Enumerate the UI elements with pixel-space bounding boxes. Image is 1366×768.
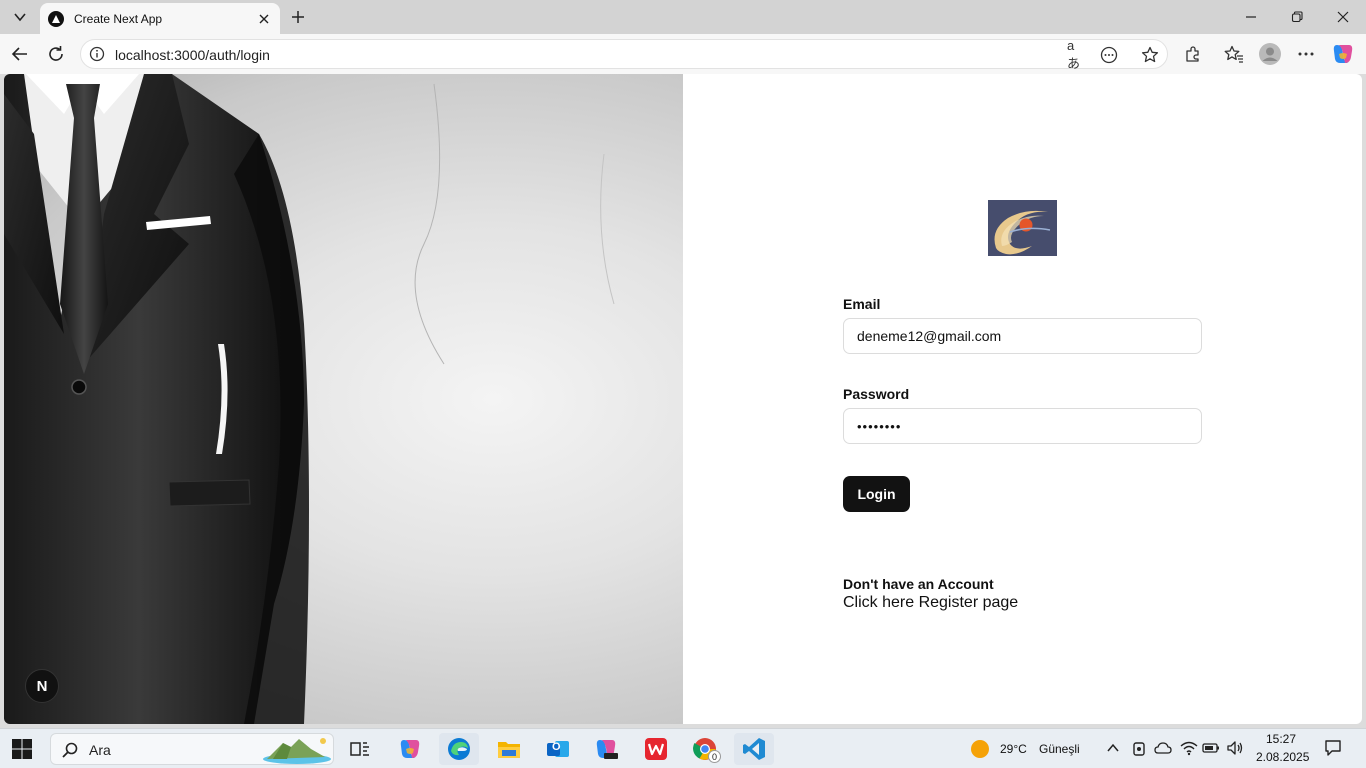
active-tab[interactable]: Create Next App	[40, 3, 280, 34]
search-icon	[62, 742, 78, 758]
minimize-button[interactable]	[1228, 0, 1274, 34]
email-input[interactable]: deneme12@gmail.com	[843, 318, 1202, 354]
tab-close-button[interactable]	[254, 9, 274, 29]
taskbar-copilot-app[interactable]	[587, 733, 627, 765]
weather-desc[interactable]: Güneşli	[1039, 742, 1080, 756]
favorite-star-icon[interactable]	[1140, 45, 1160, 65]
refresh-icon	[49, 46, 63, 61]
login-button[interactable]: Login	[843, 476, 910, 512]
battery-icon[interactable]	[1202, 741, 1220, 760]
task-view-button[interactable]	[340, 733, 380, 765]
close-icon	[1337, 11, 1349, 23]
taskbar-edge[interactable]	[439, 733, 479, 765]
cloud-sync-icon[interactable]	[1154, 740, 1172, 761]
chevron-up-icon[interactable]	[1106, 741, 1120, 760]
copilot-icon	[596, 740, 618, 759]
taskbar-vscode[interactable]	[734, 733, 774, 765]
sun-icon[interactable]	[970, 739, 990, 764]
windows-taskbar: Ara O 0 29°C Güneşli 15:27 2.08.2025	[0, 728, 1366, 768]
tab-title: Create Next App	[74, 11, 163, 26]
taskbar-wps[interactable]	[636, 733, 676, 765]
edge-icon	[448, 738, 470, 760]
login-form: Email deneme12@gmail.com Password ••••••…	[843, 74, 1203, 724]
email-value: deneme12@gmail.com	[857, 328, 1002, 344]
translate-icon[interactable]: aあ	[1067, 38, 1087, 71]
email-label: Email	[843, 296, 881, 312]
info-icon[interactable]	[89, 46, 105, 62]
back-icon	[11, 47, 27, 61]
search-label: Ara	[89, 742, 111, 758]
browser-tab-strip: Create Next App	[0, 0, 1366, 34]
page-viewport: N Email deneme12@gmail.com Password ••••…	[4, 74, 1362, 724]
search-highlight-image	[263, 738, 331, 764]
restore-button[interactable]	[1274, 0, 1320, 34]
nextjs-dev-badge[interactable]: N	[25, 669, 59, 703]
notification-icon[interactable]	[1324, 739, 1342, 762]
password-value: ••••••••	[857, 418, 902, 434]
back-button[interactable]	[6, 40, 34, 68]
volume-icon[interactable]	[1226, 740, 1244, 761]
no-account-text: Don't have an Account	[843, 576, 994, 592]
close-icon	[259, 14, 269, 23]
close-window-button[interactable]	[1320, 0, 1366, 34]
browser-toolbar: localhost:3000/auth/login aあ	[0, 34, 1366, 74]
more-icon[interactable]	[1294, 42, 1318, 66]
address-bar[interactable]: localhost:3000/auth/login aあ	[80, 38, 1168, 71]
copilot-icon[interactable]	[1331, 42, 1355, 66]
register-link[interactable]: Click here Register page	[843, 594, 1018, 612]
hero-suit-image: N	[4, 74, 683, 724]
taskbar-copilot[interactable]	[390, 733, 430, 765]
task-view-icon	[350, 742, 369, 756]
password-input[interactable]: ••••••••	[843, 408, 1202, 444]
file-explorer-icon	[498, 742, 520, 758]
wifi-icon[interactable]	[1180, 740, 1198, 761]
outlook-letter: O	[552, 741, 561, 753]
password-label: Password	[843, 386, 910, 402]
clock-date[interactable]: 2.08.2025	[1256, 750, 1309, 764]
next-favicon	[48, 10, 64, 27]
taskbar-file-explorer[interactable]	[489, 733, 529, 765]
extensions-icon[interactable]	[1181, 42, 1205, 66]
clock-time[interactable]: 15:27	[1266, 732, 1296, 746]
start-button[interactable]	[10, 737, 34, 761]
site-logo	[988, 200, 1057, 256]
weather-temp[interactable]: 29°C	[1000, 742, 1027, 756]
plus-icon	[292, 11, 304, 23]
url-text[interactable]: localhost:3000/auth/login	[115, 47, 270, 63]
copilot-icon	[400, 740, 420, 758]
new-tab-button[interactable]	[286, 5, 310, 29]
tab-list-icon	[14, 13, 26, 22]
tab-list-button[interactable]	[6, 4, 34, 30]
chrome-badge: 0	[708, 750, 721, 763]
taskbar-outlook[interactable]: O	[538, 733, 578, 765]
word-icon	[645, 738, 667, 760]
profile-icon[interactable]	[1258, 42, 1282, 66]
windows-icon	[12, 739, 32, 759]
vscode-icon	[743, 738, 765, 760]
taskbar-search[interactable]: Ara	[50, 733, 334, 765]
favorites-icon[interactable]	[1222, 42, 1246, 66]
refresh-button[interactable]	[42, 40, 70, 68]
restore-icon	[1291, 11, 1303, 23]
suit-illustration	[4, 74, 615, 724]
minimize-icon	[1246, 16, 1256, 18]
tray-app-icon[interactable]	[1132, 741, 1146, 762]
reading-mode-icon[interactable]	[1099, 45, 1119, 65]
taskbar-chrome[interactable]: 0	[685, 733, 725, 765]
